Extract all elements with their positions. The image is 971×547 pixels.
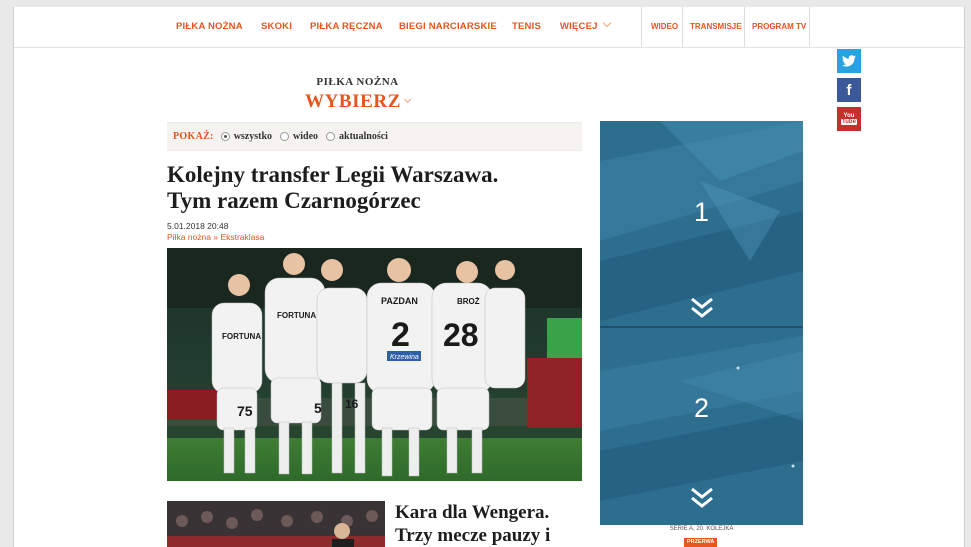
svg-text:75: 75: [237, 403, 253, 419]
chevron-down-icon: [602, 18, 611, 28]
breadcrumb-section-link[interactable]: Piłka nożna: [167, 232, 211, 242]
article-title-line: Kolejny transfer Legii Warszawa.: [167, 162, 499, 187]
expand-slot-2-button[interactable]: [600, 487, 803, 514]
nav-item-biegi-narciarskie[interactable]: BIEGI NARCIARSKIE: [399, 7, 497, 47]
filter-bar: POKAŻ: wszystko wideo aktualności: [167, 122, 582, 151]
secondary-article-title[interactable]: Kara dla Wengera. Trzy mecze pauzy i: [395, 501, 595, 547]
filter-label: POKAŻ:: [173, 131, 214, 142]
svg-text:16: 16: [345, 397, 359, 411]
nav-item-tenis[interactable]: TENIS: [512, 7, 541, 47]
article-image[interactable]: PAZDAN 2 BROŻ 28 75 5 16 FORTUNA FORTUNA…: [167, 248, 582, 481]
breadcrumb: Piłka nożna » Ekstraklasa: [167, 232, 264, 242]
live-scores-widget: 1 2: [600, 121, 803, 525]
svg-text:FORTUNA: FORTUNA: [277, 311, 316, 320]
radio-icon: [280, 132, 290, 141]
svg-text:Krzewina: Krzewina: [390, 354, 419, 361]
section-select[interactable]: WYBIERZ: [14, 91, 701, 113]
secondary-article-image[interactable]: [167, 501, 385, 547]
nav-divider: [809, 7, 810, 47]
top-navigation: PIŁKA NOŻNA SKOKI PIŁKA RĘCZNA BIEGI NAR…: [14, 7, 964, 48]
team-celebration-photo: PAZDAN 2 BROŻ 28 75 5 16 FORTUNA FORTUNA…: [167, 248, 582, 481]
stadium-crowd-photo: [167, 501, 385, 547]
section-label: PIŁKA NOŻNA: [316, 76, 399, 88]
section-select-label: WYBIERZ: [304, 91, 402, 112]
filter-option-label: aktualności: [339, 131, 388, 142]
youtube-icon: You Tube: [841, 113, 857, 125]
nav-item-transmisje[interactable]: TRANSMISJE: [690, 7, 742, 47]
article-title-line: Tym razem Czarnogórzec: [167, 188, 421, 213]
breadcrumb-category-link[interactable]: Ekstraklasa: [220, 232, 264, 242]
nav-item-wiecej[interactable]: WIĘCEJ: [560, 7, 611, 47]
double-chevron-down-icon: [690, 487, 713, 508]
chevron-down-icon: [403, 95, 412, 104]
match-info: SERIE A, 20. KOLEJKA: [669, 526, 734, 532]
expand-slot-1-button[interactable]: [600, 297, 803, 324]
radio-icon: [326, 132, 336, 141]
nav-item-pilka-reczna[interactable]: PIŁKA RĘCZNA: [310, 7, 383, 47]
status-badge: PRZERWA: [684, 538, 718, 547]
article-title[interactable]: Kolejny transfer Legii Warszawa. Tym raz…: [167, 162, 587, 214]
nav-divider: [744, 7, 745, 47]
nav-divider: [641, 7, 642, 47]
breadcrumb-separator: »: [213, 232, 219, 242]
secondary-title-line: Trzy mecze pauzy i: [395, 525, 551, 546]
svg-text:2: 2: [391, 316, 410, 354]
filter-option-label: wszystko: [233, 131, 273, 142]
nav-item-pilka-nozna[interactable]: PIŁKA NOŻNA: [176, 7, 243, 47]
nav-item-program-tv[interactable]: PROGRAM TV: [752, 7, 806, 47]
secondary-title-line: Kara dla Wengera.: [395, 502, 550, 523]
svg-text:PAZDAN: PAZDAN: [381, 296, 418, 306]
filter-option-aktualnosci[interactable]: aktualności: [326, 131, 388, 142]
page-frame: PIŁKA NOŻNA SKOKI PIŁKA RĘCZNA BIEGI NAR…: [13, 7, 965, 547]
nav-item-wideo[interactable]: WIDEO: [651, 7, 678, 47]
youtube-button[interactable]: You Tube: [837, 107, 861, 131]
nav-item-wiecej-label: WIĘCEJ: [560, 21, 598, 32]
svg-text:28: 28: [443, 317, 479, 353]
score-slot-1: 1: [693, 197, 710, 227]
twitter-icon: [842, 55, 856, 67]
facebook-button[interactable]: f: [837, 78, 861, 102]
score-slot-2: 2: [693, 393, 710, 423]
article-date: 5.01.2018 20:48: [167, 221, 229, 231]
filter-option-label: wideo: [293, 131, 319, 142]
double-chevron-down-icon: [690, 297, 713, 318]
facebook-icon: f: [846, 81, 852, 99]
twitter-button[interactable]: [837, 49, 861, 73]
filter-option-wideo[interactable]: wideo: [280, 131, 318, 142]
nav-item-skoki[interactable]: SKOKI: [261, 7, 292, 47]
svg-text:BROŻ: BROŻ: [457, 297, 480, 306]
slot-divider: [600, 326, 803, 328]
nav-divider: [682, 7, 683, 47]
svg-text:FORTUNA: FORTUNA: [222, 332, 261, 341]
svg-text:5: 5: [314, 400, 322, 416]
filter-option-wszystko[interactable]: wszystko: [220, 131, 273, 142]
radio-selected-icon: [220, 132, 230, 141]
